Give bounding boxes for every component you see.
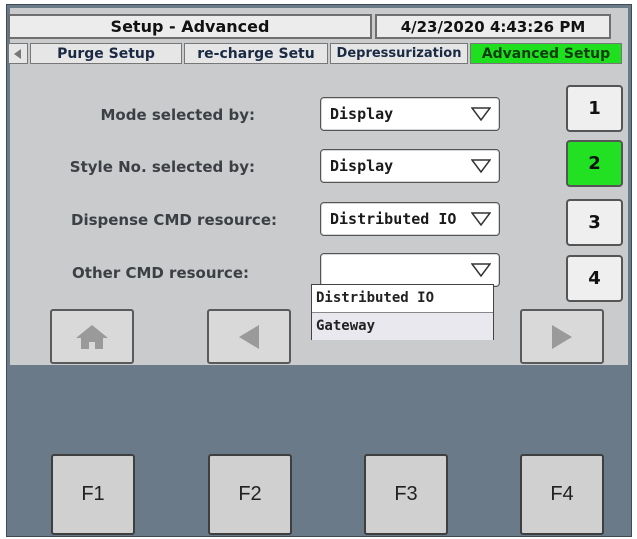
chevron-down-icon <box>471 263 491 277</box>
dispense-cmd-resource-label: Dispense CMD resource: <box>71 211 277 229</box>
tab-recharge-setup[interactable]: re-charge Setu <box>184 43 328 64</box>
style-button-3[interactable]: 3 <box>566 199 623 246</box>
back-button[interactable] <box>207 309 291 364</box>
dropdown-value: Distributed IO <box>330 210 457 228</box>
f2-key[interactable]: F2 <box>208 454 292 535</box>
f1-key[interactable]: F1 <box>51 454 135 535</box>
tab-label: Purge Setup <box>57 45 155 62</box>
style-button-4[interactable]: 4 <box>566 255 623 302</box>
f4-key-label: F4 <box>550 483 574 505</box>
style-button-1[interactable]: 1 <box>566 85 623 132</box>
f3-key-label: F3 <box>394 483 418 505</box>
home-icon <box>76 324 108 349</box>
datetime-display: 4/23/2020 4:43:26 PM <box>375 14 611 39</box>
other-cmd-resource-dropdown[interactable] <box>320 253 500 287</box>
other-cmd-resource-label: Other CMD resource: <box>72 264 249 282</box>
tab-label: Depressurization <box>336 46 462 61</box>
f2-key-label: F2 <box>238 483 262 505</box>
tab-label: Advanced Setup <box>481 45 611 62</box>
style-button-label: 4 <box>588 268 601 289</box>
dropdown-value: Display <box>330 105 394 123</box>
tab-purge-setup[interactable]: Purge Setup <box>30 43 182 64</box>
tab-depressurization[interactable]: Depressurization <box>330 43 468 64</box>
mode-selected-by-label: Mode selected by: <box>100 106 256 124</box>
style-button-label: 1 <box>588 98 601 119</box>
style-no-selected-by-dropdown[interactable]: Display <box>320 149 500 183</box>
home-button[interactable] <box>50 309 134 364</box>
chevron-down-icon <box>471 212 491 226</box>
left-triangle-icon <box>239 324 259 349</box>
dispense-cmd-resource-dropdown[interactable]: Distributed IO <box>320 202 500 236</box>
page-title-text: Setup - Advanced <box>110 17 270 36</box>
chevron-down-icon <box>471 159 491 173</box>
f1-key-label: F1 <box>81 483 105 505</box>
dropdown-option-gateway[interactable]: Gateway <box>312 312 493 340</box>
style-button-label: 2 <box>588 153 601 174</box>
right-triangle-icon <box>552 324 572 349</box>
style-button-label: 3 <box>588 212 601 233</box>
left-triangle-icon <box>14 48 21 59</box>
dropdown-option-distributed-io[interactable]: Distributed IO <box>312 285 493 312</box>
datetime-text: 4/23/2020 4:43:26 PM <box>400 17 586 36</box>
tab-advanced-setup[interactable]: Advanced Setup <box>470 43 622 64</box>
mode-selected-by-dropdown[interactable]: Display <box>320 97 500 131</box>
f4-key[interactable]: F4 <box>520 454 604 535</box>
tab-label: re-charge Setu <box>197 45 315 62</box>
forward-button[interactable] <box>520 309 604 364</box>
style-no-selected-by-label: Style No. selected by: <box>69 158 255 176</box>
f3-key[interactable]: F3 <box>364 454 448 535</box>
style-button-2[interactable]: 2 <box>566 140 623 187</box>
dropdown-value: Display <box>330 157 394 175</box>
chevron-down-icon <box>471 107 491 121</box>
other-cmd-resource-options: Distributed IO Gateway <box>311 284 494 340</box>
page-title: Setup - Advanced <box>8 14 372 39</box>
tab-scroll-left-button[interactable] <box>8 43 28 64</box>
